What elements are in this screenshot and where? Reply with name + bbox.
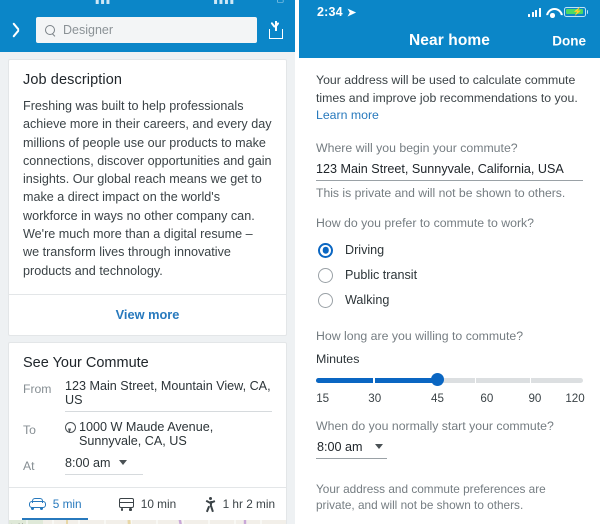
driving-duration: 5 min [52,497,82,512]
status-indicators: ⚡ [528,7,589,18]
share-icon[interactable] [267,19,285,41]
commute-card-title: See Your Commute [23,354,149,371]
page-title: Near home [408,32,490,49]
slider-label-120: 120 [565,391,585,405]
walking-duration: 1 hr 2 min [222,497,276,512]
walk-icon [205,496,216,513]
radio-walking-label: Walking [345,293,390,307]
commute-map[interactable]: 82 ta Mesa Mountain View Los Altos CUEST… [9,519,286,524]
commute-time-value: 8:00 am [65,455,111,470]
radio-option-public-transit[interactable]: Public transit [316,263,583,288]
intro-sentence: Your address will be used to calculate c… [316,73,578,105]
intro-text: Your address will be used to calculate c… [316,72,583,125]
slider-label-30: 30 [368,391,382,405]
address-question: Where will you begin your commute? [316,140,518,155]
minutes-label: Minutes [316,351,360,366]
radio-option-driving[interactable]: Driving [316,238,583,263]
wifi-icon: ▮▮▮▮ [213,0,235,5]
map-pin-icon [65,421,76,434]
commute-from-label: From [23,381,52,396]
left-app-bar: Designer [0,8,295,52]
slider-thumb[interactable] [430,373,444,386]
slider-tick-30 [373,377,375,383]
done-button[interactable]: Done [552,34,586,49]
transit-duration: 10 min [140,497,177,512]
address-input[interactable]: 123 Main Street, Sunnyvale, California, … [316,162,583,181]
chevron-down-icon [374,444,383,449]
radio-walking-indicator [318,292,333,308]
slider-label-90: 90 [528,391,542,405]
battery-charging-icon: ⚡ [564,7,589,17]
privacy-footnote: Your address and commute preferences are… [316,481,546,512]
mode-question: How do you prefer to commute to work? [316,215,535,230]
slider-tick-60 [474,377,477,383]
slider-label-45: 45 [431,391,444,405]
search-input[interactable]: Designer [36,17,257,43]
commute-at-label: At [23,458,35,473]
bus-icon [118,497,134,511]
commute-to-row: To 1000 W Maude Avenue, Sunnyvale, CA, U… [23,420,272,448]
start-time-question: When do you normally start your commute? [316,418,554,433]
location-arrow-icon: ➤ [346,7,357,19]
left-status-bar: ▮▮▮ ▮▮▮▮ ▭ [0,0,295,8]
commute-to-label: To [23,422,36,437]
right-status-bar: 2:34 ➤ ⚡ [299,0,600,24]
commute-at-row: At 8:00 am [23,456,272,475]
battery-icon: ▭ [276,0,285,5]
commute-mode-transit-tab[interactable]: 10 min [101,488,193,520]
commute-duration-slider[interactable] [316,373,583,386]
commute-mode-tabs: 5 min 10 min 1 hr 2 min [9,486,286,520]
radio-driving-indicator [318,242,333,258]
start-time-select[interactable]: 8:00 am [316,440,387,459]
right-nav-bar: Near home Done [299,24,600,58]
back-button[interactable] [12,19,26,41]
commute-from-row: From 123 Main Street, Mountain View, CA,… [23,379,272,412]
commute-mode-driving-tab[interactable]: 5 min [9,488,101,520]
commute-mode-walking-tab[interactable]: 1 hr 2 min [194,488,286,520]
slider-scale: 15 30 45 60 90 120 [316,391,585,408]
radio-public-transit-label: Public transit [345,268,418,282]
radio-option-walking[interactable]: Walking [316,288,583,313]
job-description-card: Job description Freshing was built to he… [8,59,287,336]
search-icon [45,24,56,36]
view-more-label: View more [115,306,180,322]
car-icon [28,498,46,511]
address-privacy-hint: This is private and will not be shown to… [316,185,566,200]
search-input-value: Designer [63,23,114,37]
dual-phone-screenshot: ▮▮▮ ▮▮▮▮ ▭ Designer Job description Fres… [0,0,600,524]
right-phone-panel: 2:34 ➤ ⚡ Near home Done Your address will… [295,0,600,524]
status-time: 2:34 [317,5,343,19]
wifi-icon [546,7,559,18]
map-canvas: 82 ta Mesa Mountain View Los Altos CUEST… [9,519,286,524]
start-time-value: 8:00 am [317,439,363,454]
duration-question: How long are you willing to commute? [316,328,524,343]
slider-label-60: 60 [480,391,494,405]
cellular-signal-icon: ▮▮▮ [95,0,112,5]
radio-driving-label: Driving [345,243,385,257]
slider-fill [316,377,438,383]
see-your-commute-card: See Your Commute From 123 Main Street, M… [8,341,287,524]
radio-public-transit-indicator [318,267,333,283]
right-form-body: Your address will be used to calculate c… [299,58,600,524]
status-time-wrap: 2:34 ➤ [317,5,356,19]
commute-from-value[interactable]: 123 Main Street, Mountain View, CA, US [65,379,272,412]
view-more-button[interactable]: View more [9,293,286,335]
commute-to-value: 1000 W Maude Avenue, Sunnyvale, CA, US [79,419,214,448]
job-description-body: Freshing was built to help professionals… [23,99,272,278]
commute-time-select[interactable]: 8:00 am [65,456,143,475]
commute-to-value-wrap: 1000 W Maude Avenue, Sunnyvale, CA, US [65,420,272,448]
cellular-signal-icon [528,7,541,17]
left-phone-panel: ▮▮▮ ▮▮▮▮ ▭ Designer Job description Fres… [0,0,295,524]
slider-tick-90 [529,377,531,383]
chevron-down-icon [118,460,127,466]
slider-label-15: 15 [316,391,330,405]
commute-mode-radio-group: Driving Public transit Walking [316,238,583,313]
learn-more-link[interactable]: Learn more [316,108,379,122]
job-description-title: Job description [23,72,123,88]
left-scroll-area[interactable]: Job description Freshing was built to he… [0,52,295,524]
